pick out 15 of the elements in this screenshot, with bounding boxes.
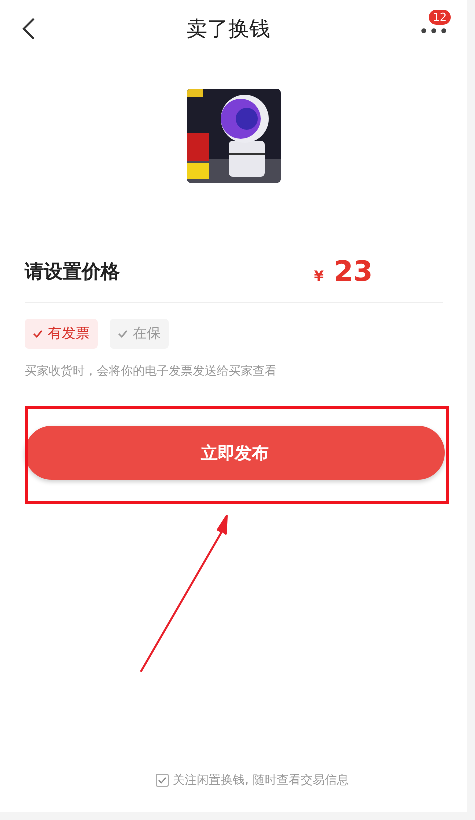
page-title: 卖了换钱 (186, 16, 270, 43)
tag-chip[interactable]: 有发票 (25, 319, 98, 349)
check-icon (33, 330, 43, 338)
price-label: 请设置价格 (25, 260, 120, 284)
more-button[interactable] (421, 28, 447, 34)
checkbox[interactable] (156, 774, 170, 787)
publish-button[interactable]: 立即发布 (25, 426, 445, 480)
follow-label: 关注闲置换钱, 随时查看交易信息 (173, 772, 349, 789)
tag-chip[interactable]: 在保 (110, 319, 169, 349)
price-value[interactable]: 23 (334, 255, 373, 288)
invoice-hint: 买家收货时，会将你的电子发票发送给买家查看 (25, 363, 278, 380)
notification-badge: 12 (429, 10, 451, 25)
currency-symbol: ¥ (314, 269, 324, 285)
back-button[interactable] (22, 17, 36, 41)
check-icon (118, 330, 128, 338)
